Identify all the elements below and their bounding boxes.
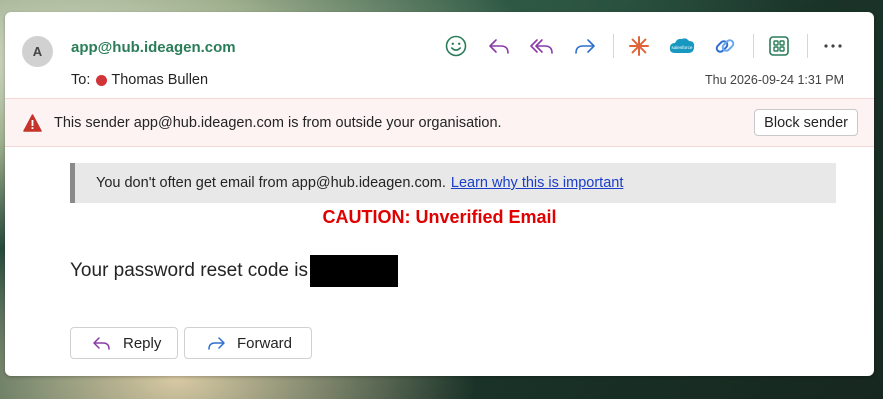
forward-icon [208,337,225,350]
emoji-icon[interactable] [441,31,471,61]
toolbar-divider [807,34,808,58]
reply-icon[interactable] [484,31,514,61]
forward-icon[interactable] [570,31,600,61]
first-contact-notice: You don't often get email from app@hub.i… [70,163,836,203]
copilot-icon[interactable] [624,31,654,61]
message-toolbar: salesforce [441,31,861,61]
more-icon[interactable] [818,31,848,61]
salesforce-icon[interactable]: salesforce [667,31,697,61]
redacted-code [309,255,398,287]
email-reading-pane: A app@hub.ideagen.com To: Thomas Bullen … [5,12,874,376]
forward-label: Forward [237,334,293,352]
reply-all-icon[interactable] [527,31,557,61]
presence-status-icon [96,74,108,86]
recipient-line: To: Thomas Bullen [71,72,208,88]
message-date: Thu 2026-09-24 1:31 PM [705,73,844,87]
apps-icon[interactable] [764,31,794,61]
message-body: Your password reset code is [70,255,398,287]
reply-icon [93,337,110,350]
sender-address[interactable]: app@hub.ideagen.com [71,39,236,56]
reply-button[interactable]: Reply [70,327,178,359]
to-label: To: [71,72,91,88]
link-icon[interactable] [710,31,740,61]
warning-icon [23,114,42,132]
caution-banner: CAUTION: Unverified Email [322,207,557,227]
toolbar-divider [613,34,614,58]
learn-why-link[interactable]: Learn why this is important [451,175,623,191]
toolbar-divider [753,34,754,58]
forward-button[interactable]: Forward [184,327,312,359]
external-warning-text: This sender app@hub.ideagen.com is from … [54,115,502,131]
reply-label: Reply [123,334,162,352]
recipient-name[interactable]: Thomas Bullen [111,72,208,88]
first-contact-text: You don't often get email from app@hub.i… [96,175,446,191]
sender-avatar[interactable]: A [22,36,53,67]
block-sender-button[interactable]: Block sender [754,109,858,136]
salesforce-logo-text: salesforce [672,45,693,50]
external-sender-warning: This sender app@hub.ideagen.com is from … [5,98,874,147]
reset-code-text: Your password reset code is [70,260,308,281]
